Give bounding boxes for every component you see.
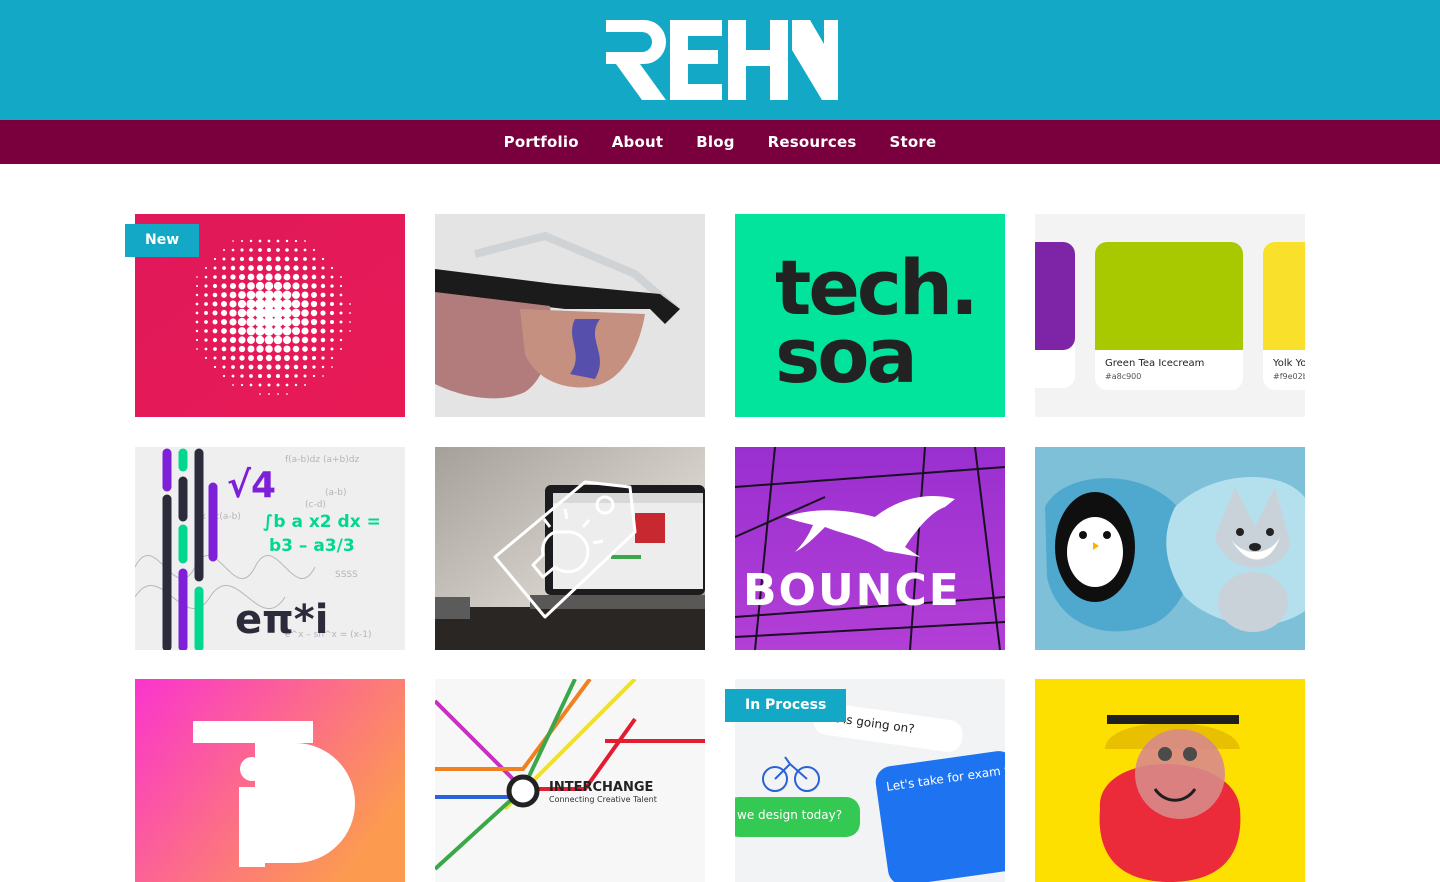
nav-store[interactable]: Store [890,133,937,151]
swatch2-hex: #f9e02b [1273,372,1305,381]
nav-blog[interactable]: Blog [696,133,734,151]
formula-result: b3 – a3/3 [269,536,355,556]
new-badge: New [125,224,200,257]
portfolio-tile-character[interactable] [1035,679,1305,882]
svg-text:(c-d): (c-d) [305,500,326,510]
svg-text:f(a-b)dz (a+b)dz: f(a-b)dz (a+b)dz [285,455,359,465]
portfolio-tile-penguin-husky[interactable] [1035,447,1305,650]
svg-text:(a-b): (a-b) [325,488,347,498]
techsoa-line2: soa [775,311,915,400]
swatch2-name: Yolk Yo [1272,358,1305,369]
portfolio-tile-interchange[interactable]: INTERCHANGE Connecting Creative Talent [435,679,705,882]
bounce-word: BOUNCE [743,565,961,616]
interchange-subtitle: Connecting Creative Talent [549,795,657,804]
nav-portfolio[interactable]: Portfolio [504,133,579,151]
portfolio-tile-bounce[interactable]: BOUNCE [735,447,1005,650]
portfolio-tile-math[interactable]: f(a-b)dz (a+b)dz (a-b) (c-d) ax · c(a-b)… [135,447,405,650]
formula-integral: ∫b a x2 dx = [263,512,381,532]
portfolio-tile-techsoa[interactable]: tech. soa [735,214,1005,417]
interchange-title: INTERCHANGE [549,780,653,795]
site-header [0,0,1440,120]
nav-about[interactable]: About [612,133,664,151]
swatch-hex: #a8c900 [1105,372,1141,381]
portfolio-tile-lightbulb[interactable] [435,447,705,650]
svg-text:SSSS: SSSS [335,570,358,580]
portfolio-tile-swatches[interactable]: Green Tea Icecream #a8c900 Yolk Yo #f9e0… [1035,214,1305,417]
swatch-name: Green Tea Icecream [1105,358,1204,369]
formula-sqrt: √4 [227,465,276,506]
formula-euler: eπ*i [235,597,328,643]
rehn-logo[interactable] [600,18,840,102]
chat-bubble-3: we design today? [737,808,842,822]
in-process-badge: In Process [725,689,847,722]
nav-resources[interactable]: Resources [768,133,857,151]
portfolio-tile-id[interactable] [135,679,405,882]
portfolio-tile-sunglasses[interactable] [435,214,705,417]
main-nav: Portfolio About Blog Resources Store [0,120,1440,164]
